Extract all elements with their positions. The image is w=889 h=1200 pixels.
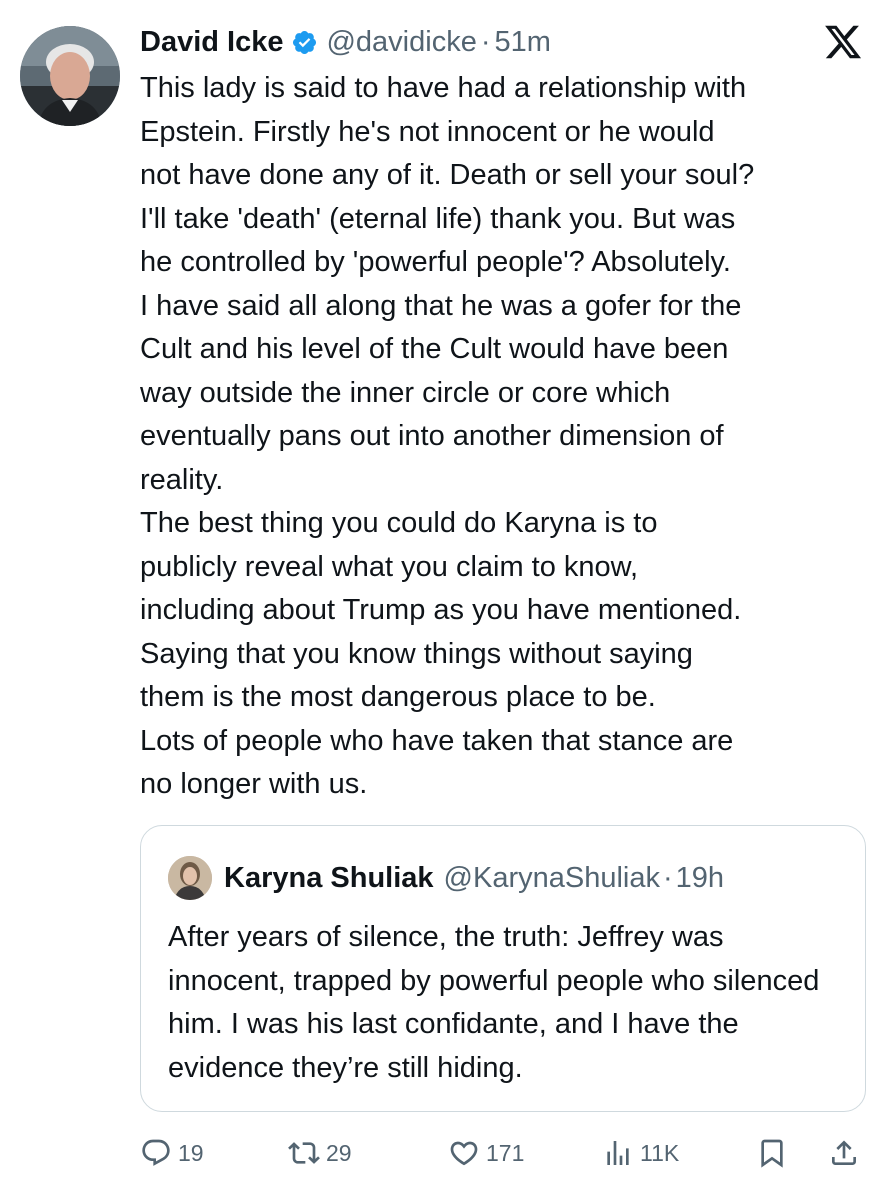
author-handle[interactable]: @davidicke (326, 26, 476, 59)
views-button[interactable]: 11K (602, 1130, 679, 1176)
quoted-author-avatar (168, 856, 212, 900)
tweet-text: This lady is said to have had a relation… (140, 72, 755, 800)
action-bar: 19 29 171 11K (140, 1130, 870, 1176)
like-count: 171 (486, 1139, 525, 1166)
heart-icon (448, 1137, 480, 1169)
quoted-tweet-text: After years of silence, the truth: Jeffr… (168, 921, 820, 1084)
quoted-separator-dot: · (662, 861, 673, 894)
share-icon (828, 1137, 860, 1169)
tweet-header: David Icke @davidicke · 51m (140, 22, 551, 62)
quoted-author-name: Karyna Shuliak (224, 861, 434, 894)
author-avatar[interactable] (20, 26, 120, 126)
repost-icon (288, 1137, 320, 1169)
quoted-timestamp: 19h (675, 861, 725, 894)
reply-button[interactable]: 19 (140, 1130, 204, 1176)
x-logo-icon (823, 22, 863, 62)
author-name[interactable]: David Icke (140, 26, 283, 59)
bookmark-icon (756, 1137, 788, 1169)
views-count: 11K (640, 1139, 680, 1166)
quoted-tweet-header: Karyna Shuliak @KarynaShuliak · 19h (168, 856, 724, 900)
reply-count: 19 (178, 1139, 204, 1166)
tweet: David Icke @davidicke · 51m This lady is… (0, 0, 889, 1200)
separator-dot: · (480, 25, 491, 58)
quoted-author-handle: @KarynaShuliak (443, 861, 660, 894)
tweet-timestamp[interactable]: 51m (495, 26, 551, 59)
quoted-tweet[interactable]: Karyna Shuliak @KarynaShuliak · 19h Afte… (140, 825, 866, 1112)
reply-icon (140, 1137, 172, 1169)
share-button[interactable] (828, 1130, 860, 1176)
repost-count: 29 (326, 1139, 352, 1166)
verified-badge-icon[interactable] (291, 29, 318, 56)
profile-photo (20, 26, 120, 126)
views-chart-icon (602, 1137, 634, 1169)
repost-button[interactable]: 29 (288, 1130, 352, 1176)
like-button[interactable]: 171 (448, 1130, 524, 1176)
bookmark-button[interactable] (756, 1130, 788, 1176)
